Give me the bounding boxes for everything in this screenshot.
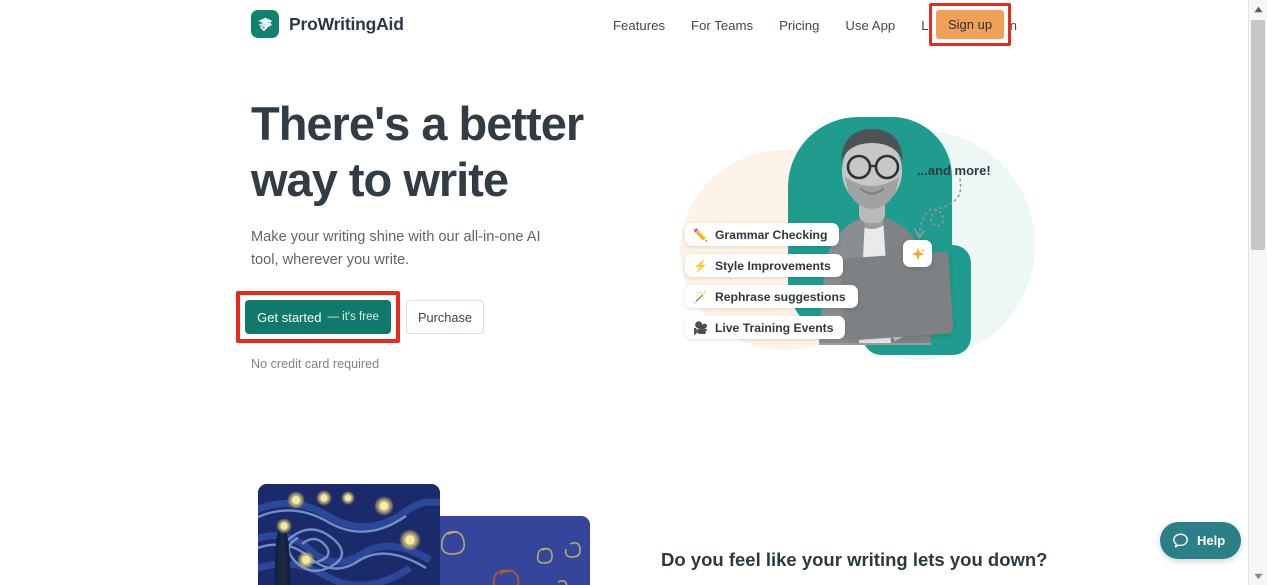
feature-label: Style Improvements bbox=[714, 258, 831, 273]
showcase-cards bbox=[258, 484, 598, 585]
get-started-note: — it's free bbox=[327, 311, 379, 323]
hero-headline: There's a better way to write bbox=[251, 97, 584, 206]
magic-wand-icon: 🪄 bbox=[693, 289, 708, 304]
brand-name: ProWritingAid bbox=[289, 13, 404, 34]
feature-pill-live-training-events: 🎥 Live Training Events bbox=[685, 316, 846, 339]
feature-label: Live Training Events bbox=[714, 320, 834, 335]
get-started-button[interactable]: Get started — it's free bbox=[245, 300, 391, 334]
hero-feature-list: ✏️ Grammar Checking ⚡ Style Improvements… bbox=[685, 223, 858, 339]
hero-subheadline: Make your writing shine with our all-in-… bbox=[251, 229, 541, 268]
feature-pill-rephrase-suggestions: 🪄 Rephrase suggestions bbox=[685, 285, 858, 308]
blue-doodle-card bbox=[430, 516, 590, 585]
video-camera-icon: 🎥 bbox=[693, 320, 708, 335]
and-more-label: ...and more! bbox=[917, 163, 991, 178]
feature-pill-grammar-checking: ✏️ Grammar Checking bbox=[685, 223, 840, 246]
starry-night-card bbox=[258, 484, 440, 585]
help-widget-button[interactable]: Help bbox=[1160, 522, 1242, 559]
signup-button[interactable]: Sign up bbox=[936, 10, 1004, 39]
signup-highlight-box: Sign up bbox=[929, 3, 1011, 46]
scrollbar-thumb[interactable] bbox=[1251, 20, 1265, 250]
get-started-label: Get started bbox=[257, 309, 322, 325]
nav-link-features[interactable]: Features bbox=[600, 12, 678, 39]
browser-page: ProWritingAid Features For Teams Pricing… bbox=[0, 0, 1267, 585]
nav-link-for-teams[interactable]: For Teams bbox=[678, 12, 766, 39]
get-started-highlight-box: Get started — it's free bbox=[236, 291, 400, 343]
prowritingaid-logo-icon bbox=[251, 10, 279, 38]
scrollbar-up-arrow-icon[interactable] bbox=[1249, 0, 1267, 18]
scrollbar-down-arrow-icon[interactable] bbox=[1249, 567, 1267, 585]
help-label: Help bbox=[1197, 533, 1226, 548]
site-header: ProWritingAid Features For Teams Pricing… bbox=[0, 0, 1248, 50]
page-viewport: ProWritingAid Features For Teams Pricing… bbox=[0, 0, 1248, 585]
section-heading: Do you feel like your writing lets you d… bbox=[661, 549, 1048, 570]
vertical-scrollbar[interactable] bbox=[1248, 0, 1267, 585]
feature-pill-style-improvements: ⚡ Style Improvements bbox=[685, 254, 843, 277]
feature-label: Grammar Checking bbox=[714, 227, 828, 242]
purchase-button[interactable]: Purchase bbox=[406, 300, 484, 334]
feature-label: Rephrase suggestions bbox=[714, 289, 846, 304]
nav-link-pricing[interactable]: Pricing bbox=[766, 12, 832, 39]
hero-copy: There's a better way to write Make your … bbox=[251, 96, 591, 272]
chat-bubble-icon bbox=[1173, 533, 1188, 548]
lightning-icon: ⚡ bbox=[693, 258, 708, 273]
hero-illustration: ...and more! ✏️ Grammar Checking ⚡ Style… bbox=[645, 95, 1045, 385]
no-credit-card-note: No credit card required bbox=[251, 357, 380, 371]
nav-link-use-app[interactable]: Use App bbox=[832, 12, 908, 39]
brand-logo-link[interactable]: ProWritingAid bbox=[251, 10, 404, 38]
pencil-icon: ✏️ bbox=[693, 227, 708, 242]
dotted-arrow-icon bbox=[913, 177, 973, 254]
hero-cta-row: Get started — it's free Purchase bbox=[236, 291, 484, 343]
